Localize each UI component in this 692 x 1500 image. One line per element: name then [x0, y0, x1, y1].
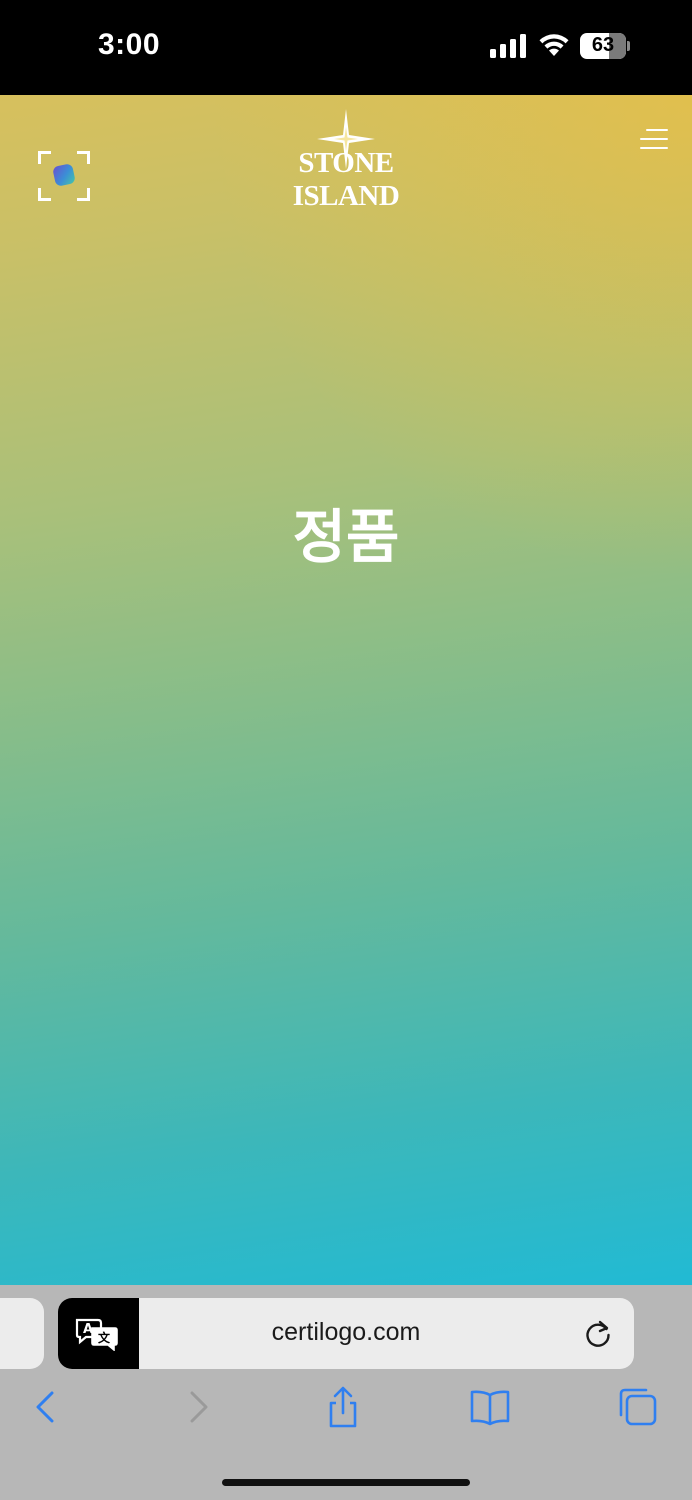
cellular-signal-icon	[490, 34, 526, 58]
authenticity-result: 정품	[292, 503, 400, 571]
back-icon[interactable]	[24, 1385, 68, 1429]
tabs-icon[interactable]	[616, 1385, 660, 1429]
scan-icon	[52, 163, 76, 187]
translate-button[interactable]: A 文	[58, 1298, 139, 1369]
wifi-icon	[539, 34, 569, 56]
web-content: STONE ISLAND 정품	[0, 95, 692, 1285]
hamburger-menu-icon[interactable]	[636, 129, 668, 153]
previous-tab-preview[interactable]	[0, 1298, 44, 1369]
svg-text:文: 文	[98, 1330, 111, 1345]
brand-logo[interactable]: STONE ISLAND	[246, 109, 446, 212]
status-bar: 3:00 63	[0, 0, 692, 95]
scan-button[interactable]	[38, 151, 90, 201]
reload-icon[interactable]	[582, 1318, 614, 1350]
battery-icon: 63	[580, 33, 632, 59]
brand-name: STONE ISLAND	[292, 147, 400, 212]
forward-icon[interactable]	[176, 1385, 220, 1429]
address-bar[interactable]: A 文 certilogo.com	[58, 1298, 634, 1369]
battery-percent: 63	[591, 34, 615, 56]
home-indicator	[222, 1479, 470, 1486]
url-text: certilogo.com	[271, 1318, 421, 1346]
status-time: 3:00	[98, 28, 161, 61]
bookmarks-icon[interactable]	[468, 1385, 512, 1429]
browser-toolbar: A 文 certilogo.com	[0, 1285, 692, 1500]
share-icon[interactable]	[321, 1385, 365, 1429]
translate-icon: A 文	[75, 1318, 118, 1351]
